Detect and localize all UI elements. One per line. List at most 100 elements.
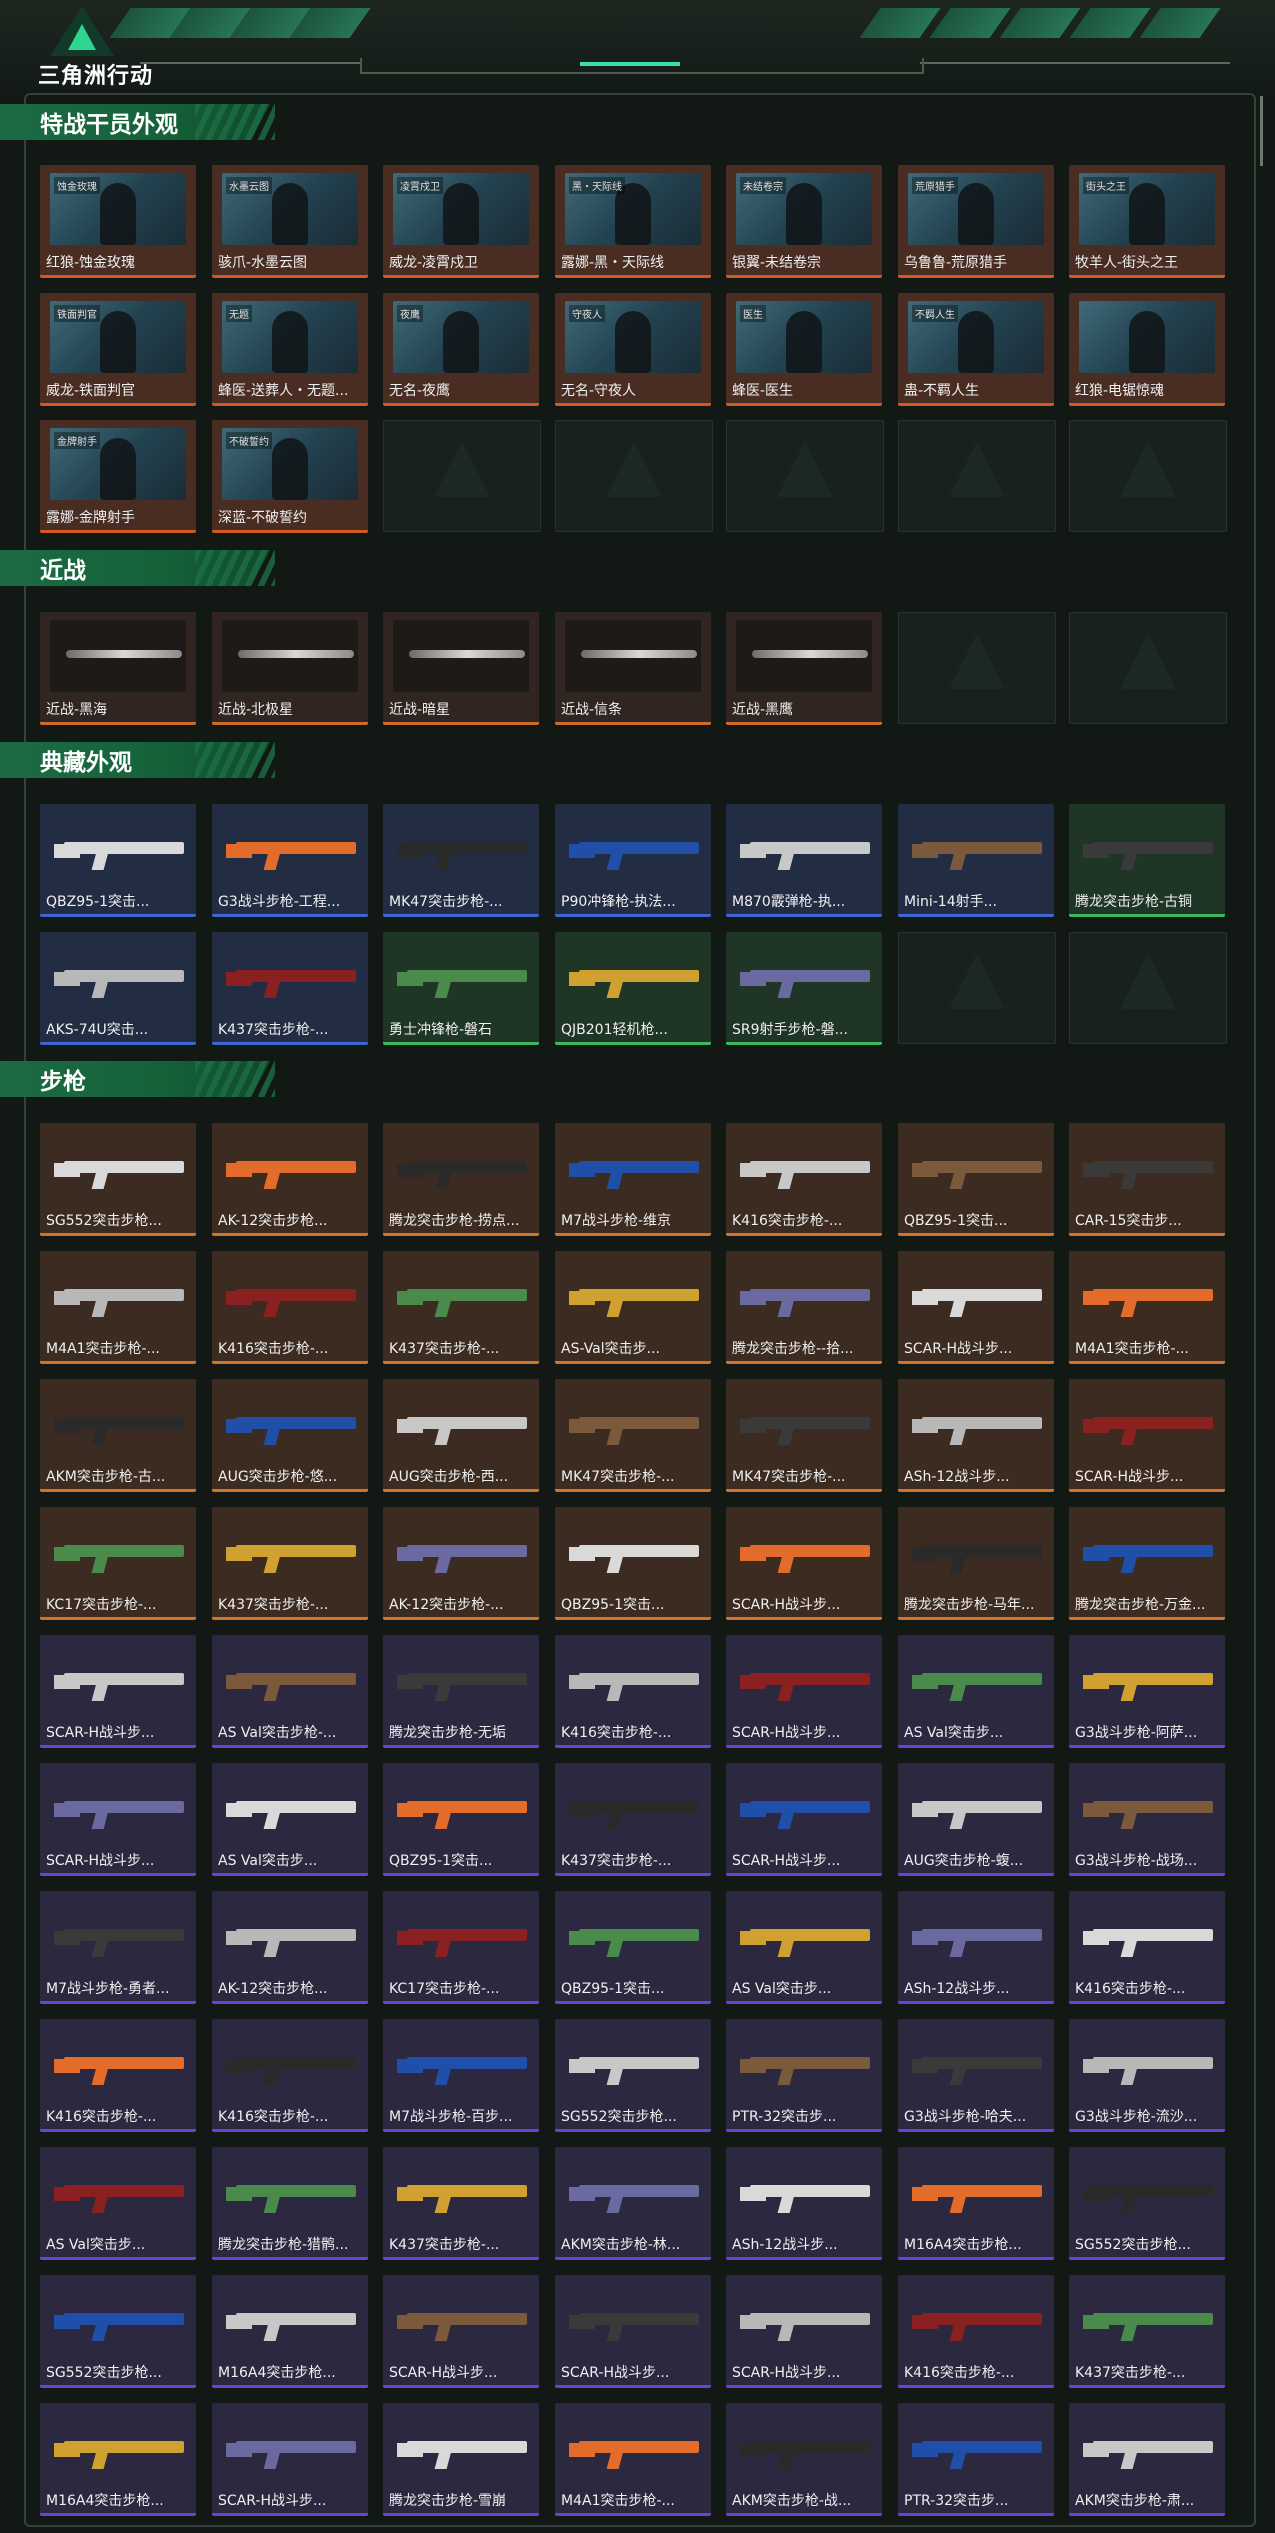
rifle-skin-card[interactable]: AKM突击步枪-战...	[726, 2403, 882, 2516]
rifle-skin-card[interactable]: AUG突击步枪-西...	[383, 1379, 539, 1492]
rifle-skin-card[interactable]: PTR-32突击步...	[898, 2403, 1054, 2516]
rifle-skin-card[interactable]: AUG突击步枪-悠...	[212, 1379, 368, 1492]
collection-skin-card[interactable]: SR9射手步枪-磐...	[726, 932, 882, 1045]
collection-skin-card[interactable]: QBZ95-1突击...	[40, 804, 196, 917]
rifle-skin-card[interactable]: AS Val突击步...	[726, 1891, 882, 2004]
collection-skin-card[interactable]: K437突击步枪-...	[212, 932, 368, 1045]
rifle-skin-card[interactable]: SCAR-H战斗步...	[383, 2275, 539, 2388]
collection-skin-card[interactable]: Mini-14射手...	[898, 804, 1054, 917]
rifle-skin-card[interactable]: SCAR-H战斗步...	[726, 1763, 882, 1876]
rifle-skin-card[interactable]: QBZ95-1突击...	[383, 1763, 539, 1876]
rifle-skin-card[interactable]: K437突击步枪-...	[383, 1251, 539, 1364]
rifle-skin-card[interactable]: M7战斗步枪-百步...	[383, 2019, 539, 2132]
rifle-skin-card[interactable]: G3战斗步枪-战场...	[1069, 1763, 1225, 1876]
melee-skin-card[interactable]: 近战-黑鹰	[726, 612, 882, 725]
agent-skin-card[interactable]: 街头之王 牧羊人-街头之王	[1069, 165, 1225, 278]
agent-skin-card[interactable]: 凌霄戍卫 威龙-凌霄戍卫	[383, 165, 539, 278]
rifle-skin-card[interactable]: M16A4突击步枪...	[212, 2275, 368, 2388]
rifle-skin-card[interactable]: 腾龙突击步枪-雪崩	[383, 2403, 539, 2516]
rifle-skin-card[interactable]: 腾龙突击步枪-猎鹘...	[212, 2147, 368, 2260]
rifle-skin-card[interactable]: SCAR-H战斗步...	[726, 1507, 882, 1620]
rifle-skin-card[interactable]: AS-Val突击步...	[555, 1251, 711, 1364]
melee-skin-card[interactable]: 近战-北极星	[212, 612, 368, 725]
rifle-skin-card[interactable]: CAR-15突击步...	[1069, 1123, 1225, 1236]
rifle-skin-card[interactable]: AS Val突击步...	[40, 2147, 196, 2260]
rifle-skin-card[interactable]: SCAR-H战斗步...	[726, 1635, 882, 1748]
rifle-skin-card[interactable]: 腾龙突击步枪-万金...	[1069, 1507, 1225, 1620]
rifle-skin-card[interactable]: SG552突击步枪...	[40, 1123, 196, 1236]
rifle-skin-card[interactable]: PTR-32突击步...	[726, 2019, 882, 2132]
rifle-skin-card[interactable]: M4A1突击步枪-...	[1069, 1251, 1225, 1364]
rifle-skin-card[interactable]: G3战斗步枪-哈夫...	[898, 2019, 1054, 2132]
agent-skin-card[interactable]: 未结卷宗 银翼-未结卷宗	[726, 165, 882, 278]
rifle-skin-card[interactable]: KC17突击步枪-...	[383, 1891, 539, 2004]
rifle-skin-card[interactable]: AKM突击步枪-古...	[40, 1379, 196, 1492]
rifle-skin-card[interactable]: AKM突击步枪-林...	[555, 2147, 711, 2260]
agent-skin-card[interactable]: 夜鹰 无名-夜鹰	[383, 293, 539, 406]
rifle-skin-card[interactable]: M4A1突击步枪-...	[40, 1251, 196, 1364]
melee-skin-card[interactable]: 近战-黑海	[40, 612, 196, 725]
agent-skin-card[interactable]: 医生 蜂医-医生	[726, 293, 882, 406]
rifle-skin-card[interactable]: 腾龙突击步枪-捞点...	[383, 1123, 539, 1236]
rifle-skin-card[interactable]: SCAR-H战斗步...	[898, 1251, 1054, 1364]
collection-skin-card[interactable]: G3战斗步枪-工程...	[212, 804, 368, 917]
rifle-skin-card[interactable]: SCAR-H战斗步...	[40, 1635, 196, 1748]
rifle-skin-card[interactable]: SCAR-H战斗步...	[40, 1763, 196, 1876]
collection-skin-card[interactable]: AKS-74U突击...	[40, 932, 196, 1045]
collection-skin-card[interactable]: 腾龙突击步枪-古铜	[1069, 804, 1225, 917]
scrollbar[interactable]	[1260, 96, 1263, 166]
rifle-skin-card[interactable]: SCAR-H战斗步...	[212, 2403, 368, 2516]
collection-skin-card[interactable]: P90冲锋枪-执法...	[555, 804, 711, 917]
rifle-skin-card[interactable]: M4A1突击步枪-...	[555, 2403, 711, 2516]
collection-skin-card[interactable]: MK47突击步枪-...	[383, 804, 539, 917]
agent-skin-card[interactable]: 不羁人生 蛊-不羁人生	[898, 293, 1054, 406]
agent-skin-card[interactable]: 红狼-电锯惊魂	[1069, 293, 1225, 406]
rifle-skin-card[interactable]: QBZ95-1突击...	[898, 1123, 1054, 1236]
rifle-skin-card[interactable]: G3战斗步枪-阿萨...	[1069, 1635, 1225, 1748]
rifle-skin-card[interactable]: K416突击步枪-...	[898, 2275, 1054, 2388]
rifle-skin-card[interactable]: SG552突击步枪...	[1069, 2147, 1225, 2260]
rifle-skin-card[interactable]: AK-12突击步枪...	[212, 1123, 368, 1236]
rifle-skin-card[interactable]: AS Val突击步...	[898, 1635, 1054, 1748]
rifle-skin-card[interactable]: AKM突击步枪-肃...	[1069, 2403, 1225, 2516]
agent-skin-card[interactable]: 不破誓约 深蓝-不破誓约	[212, 420, 368, 533]
rifle-skin-card[interactable]: K416突击步枪-...	[726, 1123, 882, 1236]
rifle-skin-card[interactable]: 腾龙突击步枪--拾...	[726, 1251, 882, 1364]
rifle-skin-card[interactable]: K437突击步枪-...	[1069, 2275, 1225, 2388]
rifle-skin-card[interactable]: AS Val突击步枪-...	[212, 1635, 368, 1748]
rifle-skin-card[interactable]: KC17突击步枪-...	[40, 1507, 196, 1620]
rifle-skin-card[interactable]: 腾龙突击步枪-无垢	[383, 1635, 539, 1748]
rifle-skin-card[interactable]: QBZ95-1突击...	[555, 1891, 711, 2004]
rifle-skin-card[interactable]: K437突击步枪-...	[212, 1507, 368, 1620]
rifle-skin-card[interactable]: AK-12突击步枪...	[212, 1891, 368, 2004]
agent-skin-card[interactable]: 蚀金玫瑰 红狼-蚀金玫瑰	[40, 165, 196, 278]
rifle-skin-card[interactable]: M7战斗步枪-勇者...	[40, 1891, 196, 2004]
rifle-skin-card[interactable]: QBZ95-1突击...	[555, 1507, 711, 1620]
agent-skin-card[interactable]: 黑・天际线 露娜-黑・天际线	[555, 165, 711, 278]
agent-skin-card[interactable]: 水墨云图 骇爪-水墨云图	[212, 165, 368, 278]
agent-skin-card[interactable]: 守夜人 无名-守夜人	[555, 293, 711, 406]
agent-skin-card[interactable]: 铁面判官 威龙-铁面判官	[40, 293, 196, 406]
rifle-skin-card[interactable]: SG552突击步枪...	[40, 2275, 196, 2388]
rifle-skin-card[interactable]: ASh-12战斗步...	[898, 1379, 1054, 1492]
rifle-skin-card[interactable]: M7战斗步枪-维京	[555, 1123, 711, 1236]
agent-skin-card[interactable]: 金牌射手 露娜-金牌射手	[40, 420, 196, 533]
melee-skin-card[interactable]: 近战-暗星	[383, 612, 539, 725]
rifle-skin-card[interactable]: ASh-12战斗步...	[726, 2147, 882, 2260]
rifle-skin-card[interactable]: K437突击步枪-...	[555, 1763, 711, 1876]
rifle-skin-card[interactable]: K416突击步枪-...	[212, 2019, 368, 2132]
agent-skin-card[interactable]: 无题 蜂医-送葬人・无题...	[212, 293, 368, 406]
rifle-skin-card[interactable]: SCAR-H战斗步...	[726, 2275, 882, 2388]
agent-skin-card[interactable]: 荒原猎手 乌鲁鲁-荒原猎手	[898, 165, 1054, 278]
rifle-skin-card[interactable]: ASh-12战斗步...	[898, 1891, 1054, 2004]
rifle-skin-card[interactable]: K416突击步枪-...	[1069, 1891, 1225, 2004]
rifle-skin-card[interactable]: AK-12突击步枪-...	[383, 1507, 539, 1620]
rifle-skin-card[interactable]: AS Val突击步...	[212, 1763, 368, 1876]
rifle-skin-card[interactable]: SCAR-H战斗步...	[1069, 1379, 1225, 1492]
rifle-skin-card[interactable]: K416突击步枪-...	[212, 1251, 368, 1364]
melee-skin-card[interactable]: 近战-信条	[555, 612, 711, 725]
rifle-skin-card[interactable]: G3战斗步枪-流沙...	[1069, 2019, 1225, 2132]
rifle-skin-card[interactable]: M16A4突击步枪...	[40, 2403, 196, 2516]
rifle-skin-card[interactable]: MK47突击步枪-...	[555, 1379, 711, 1492]
rifle-skin-card[interactable]: SCAR-H战斗步...	[555, 2275, 711, 2388]
